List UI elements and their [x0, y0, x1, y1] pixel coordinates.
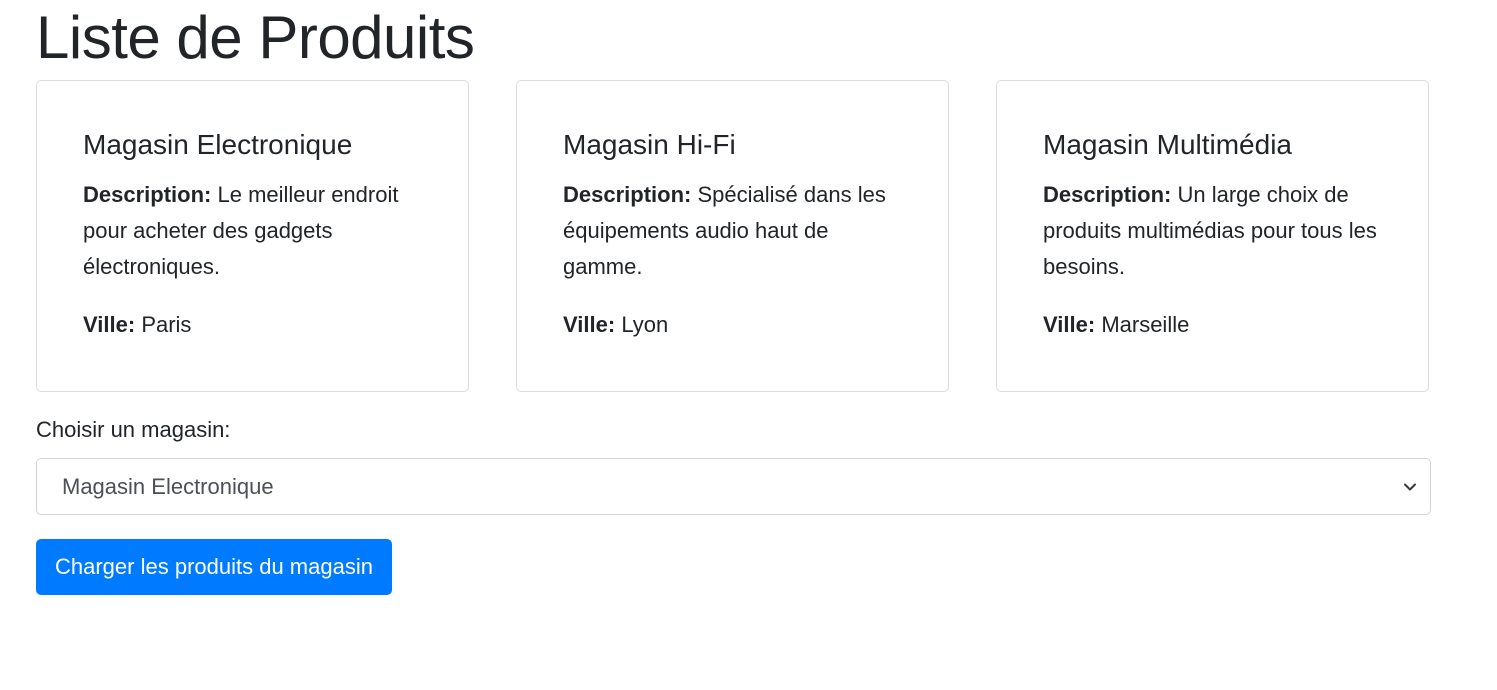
store-city: Ville: Paris [83, 307, 422, 343]
city-text: Marseille [1101, 312, 1190, 337]
store-card: Magasin Electronique Description: Le mei… [36, 80, 469, 392]
store-description: Description: Un large choix de produits … [1043, 177, 1382, 285]
store-card: Magasin Hi-Fi Description: Spécialisé da… [516, 80, 949, 392]
city-label: Ville: [83, 312, 136, 337]
store-card: Magasin Multimédia Description: Un large… [996, 80, 1429, 392]
store-description: Description: Le meilleur endroit pour ac… [83, 177, 422, 285]
store-city: Ville: Marseille [1043, 307, 1382, 343]
store-select-value: Magasin Electronique [62, 474, 274, 499]
city-label: Ville: [563, 312, 616, 337]
store-select-label: Choisir un magasin: [36, 417, 231, 442]
store-name: Magasin Multimédia [1043, 129, 1292, 160]
store-name: Magasin Electronique [83, 129, 353, 160]
description-label: Description: [83, 182, 212, 207]
page-title: Liste de Produits [36, 4, 475, 71]
chevron-down-icon [1404, 483, 1416, 491]
main-container: Liste de Produits Magasin Electronique D… [36, 0, 1431, 595]
store-city: Ville: Lyon [563, 307, 902, 343]
city-text: Lyon [621, 312, 669, 337]
store-select[interactable]: Magasin Electronique [36, 458, 1431, 515]
description-label: Description: [1043, 182, 1172, 207]
load-products-button[interactable]: Charger les produits du magasin [36, 539, 392, 595]
store-name: Magasin Hi-Fi [563, 129, 736, 160]
city-text: Paris [141, 312, 192, 337]
description-label: Description: [563, 182, 692, 207]
store-description: Description: Spécialisé dans les équipem… [563, 177, 902, 285]
city-label: Ville: [1043, 312, 1096, 337]
store-card-list: Magasin Electronique Description: Le mei… [36, 80, 1431, 394]
